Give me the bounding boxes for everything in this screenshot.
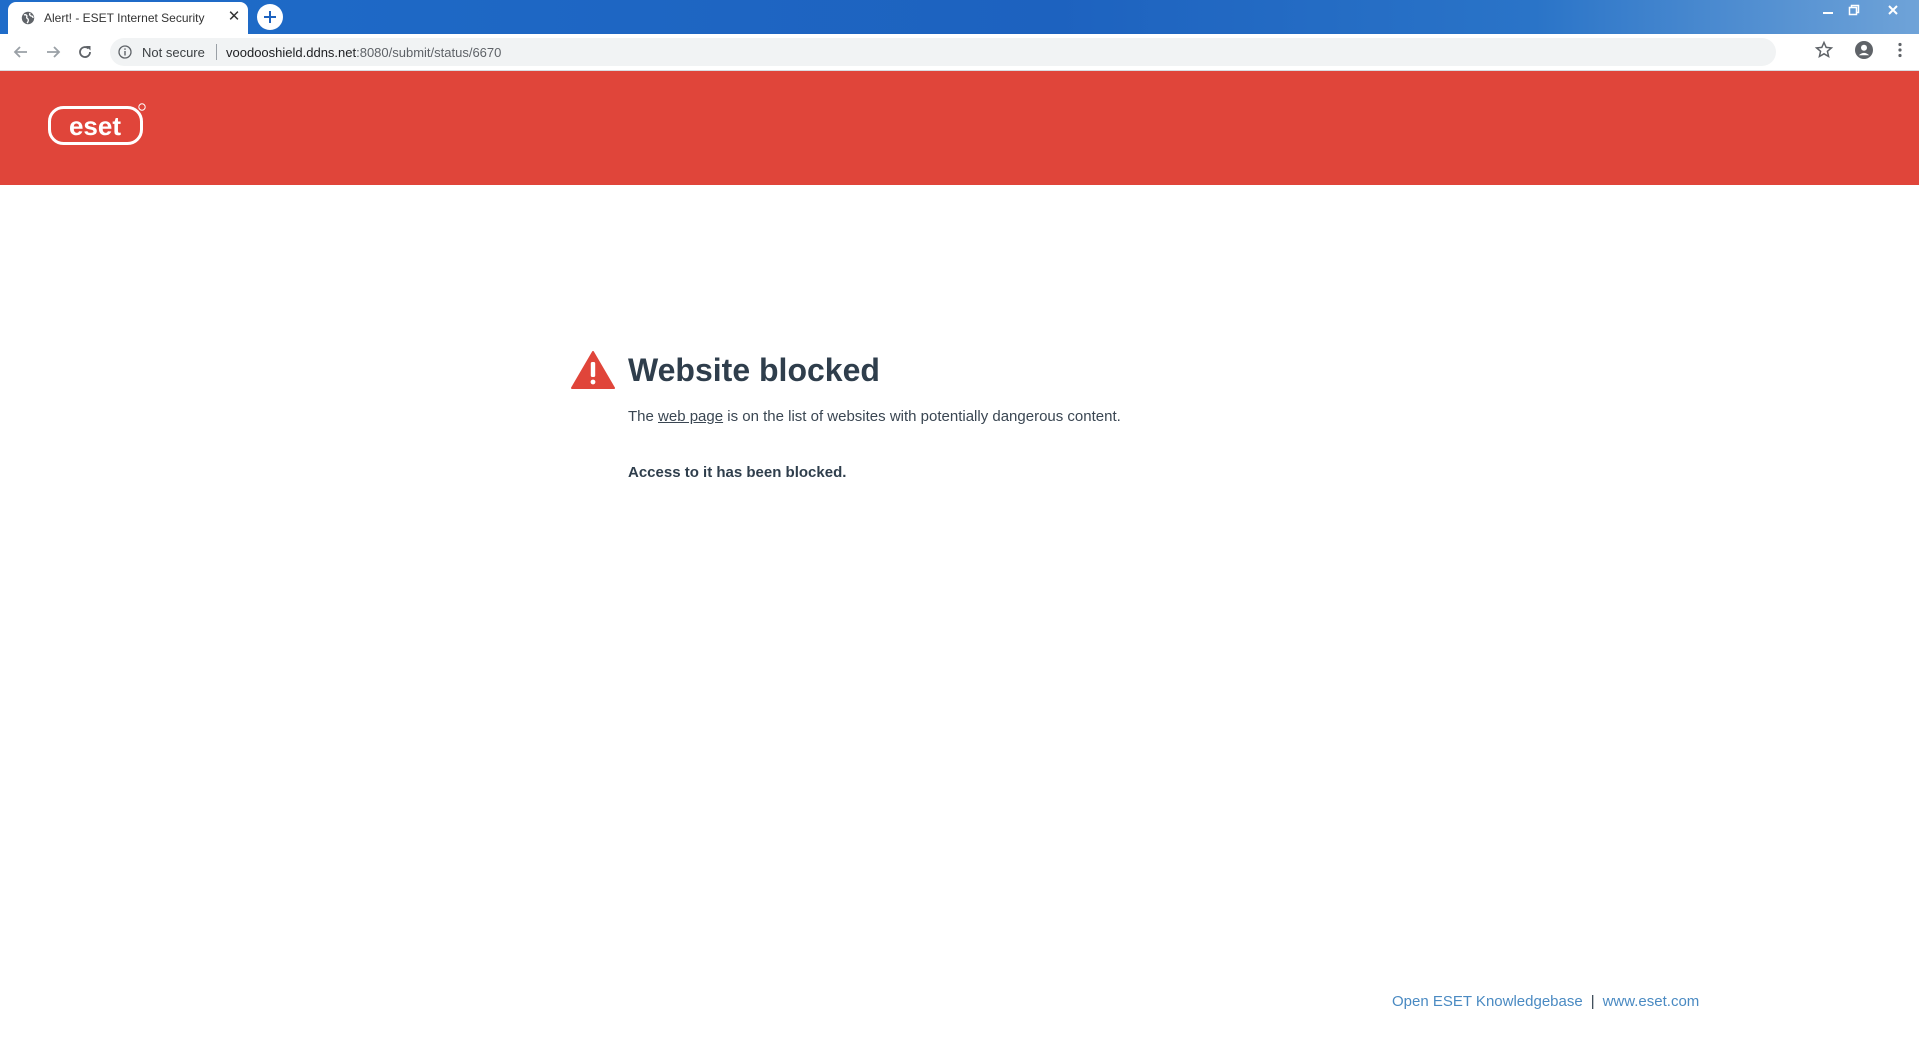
blocked-message: Access to it has been blocked. xyxy=(628,464,847,481)
page-title: Website blocked xyxy=(628,352,880,388)
window-close-icon xyxy=(1888,5,1898,15)
plus-icon xyxy=(264,11,276,23)
minimize-button[interactable] xyxy=(1815,0,1841,20)
footer-separator: | xyxy=(1590,993,1595,1010)
eset-site-link[interactable]: www.eset.com xyxy=(1603,993,1700,1010)
info-icon[interactable] xyxy=(118,45,132,59)
url-text[interactable]: voodooshield.ddns.net:8080/submit/status… xyxy=(226,45,501,60)
new-tab-button[interactable] xyxy=(257,4,283,30)
web-page-link[interactable]: web page xyxy=(658,408,723,425)
window-close-button[interactable] xyxy=(1880,0,1906,20)
eset-header-band xyxy=(0,71,1919,185)
close-icon[interactable]: ✕ xyxy=(226,9,242,25)
kebab-menu-icon[interactable] xyxy=(1890,40,1910,60)
star-icon[interactable] xyxy=(1814,40,1834,60)
title-bar: Alert! - ESET Internet Security ✕ xyxy=(0,0,1919,34)
eset-logo: eset xyxy=(48,102,148,148)
forward-arrow-icon xyxy=(47,46,61,58)
globe-icon xyxy=(21,11,35,25)
url-path: :8080/submit/status/6670 xyxy=(356,45,502,60)
restore-button[interactable] xyxy=(1841,0,1867,20)
browser-toolbar: Not secure voodooshield.ddns.net:8080/su… xyxy=(0,34,1919,71)
url-host: voodooshield.ddns.net xyxy=(226,45,357,60)
back-arrow-icon xyxy=(13,46,27,58)
back-button[interactable] xyxy=(10,41,32,63)
logo-text: eset xyxy=(69,111,121,141)
knowledgebase-link[interactable]: Open ESET Knowledgebase xyxy=(1392,993,1583,1010)
desc-prefix: The xyxy=(628,408,659,425)
tab-title: Alert! - ESET Internet Security xyxy=(44,11,205,25)
description: The web page is on the list of websites … xyxy=(628,408,1121,425)
forward-button[interactable] xyxy=(42,41,64,63)
browser-tab[interactable]: Alert! - ESET Internet Security ✕ xyxy=(8,2,248,34)
address-bar[interactable]: Not secure voodooshield.ddns.net:8080/su… xyxy=(110,38,1776,66)
reload-button[interactable] xyxy=(74,41,96,63)
minimize-icon xyxy=(1823,12,1833,14)
desc-suffix: is on the list of websites with potentia… xyxy=(723,408,1121,425)
omnibox-divider xyxy=(216,44,217,60)
restore-icon xyxy=(1848,4,1860,16)
reload-icon xyxy=(79,46,91,58)
profile-icon[interactable] xyxy=(1854,40,1874,60)
warning-icon xyxy=(570,350,616,390)
footer-links: Open ESET Knowledgebase | www.eset.com xyxy=(1392,993,1699,1010)
security-label: Not secure xyxy=(142,45,205,60)
